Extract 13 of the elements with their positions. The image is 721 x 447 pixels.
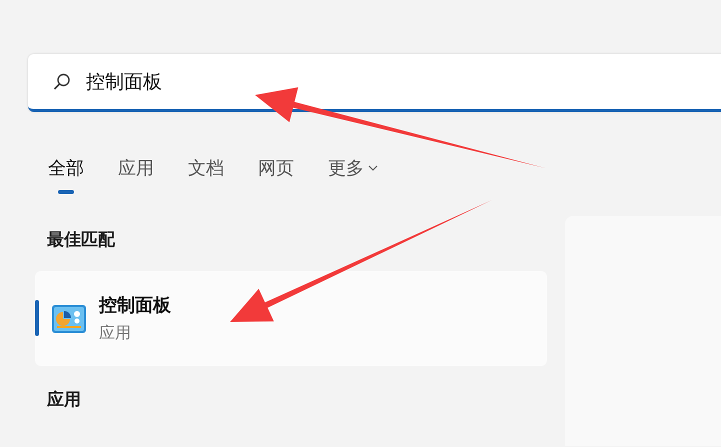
filter-tab[interactable]: 应用 xyxy=(110,150,162,194)
filter-tab[interactable]: 全部 xyxy=(40,150,92,194)
chevron-icon xyxy=(368,165,378,171)
filter-tab[interactable]: 更多 xyxy=(320,150,386,194)
result-type: 应用 xyxy=(99,323,132,344)
section-heading: 应用 xyxy=(47,389,82,411)
filter-tab[interactable]: 网页 xyxy=(250,150,302,194)
filter-tab[interactable]: 文档 xyxy=(180,150,232,194)
search-field[interactable]: 控制面板 xyxy=(28,54,721,112)
section-heading: 最佳匹配 xyxy=(47,229,116,251)
result-title: 控制面板 xyxy=(99,294,171,317)
result-card[interactable]: 控制面板 应用 xyxy=(35,271,547,366)
control-panel-icon xyxy=(51,304,87,334)
